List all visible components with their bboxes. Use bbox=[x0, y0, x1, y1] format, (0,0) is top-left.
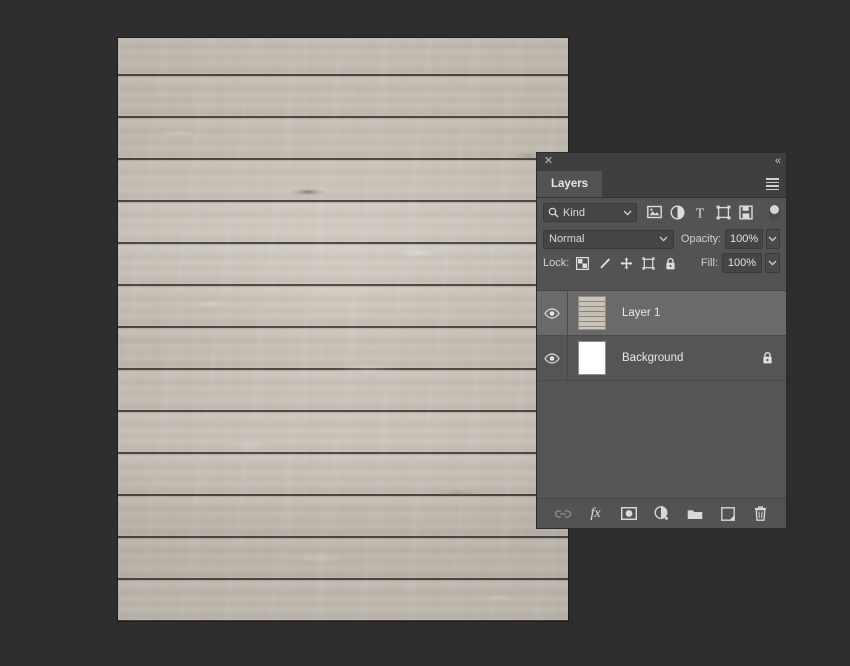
layer-filter-row: Kind T bbox=[537, 198, 786, 227]
link-layers-icon[interactable] bbox=[554, 506, 571, 522]
layer-thumbnail-image bbox=[578, 296, 606, 330]
layer-list: Layer 1 Background bbox=[537, 290, 786, 499]
filter-adjustment-icon[interactable] bbox=[670, 205, 685, 220]
new-layer-icon[interactable] bbox=[720, 506, 736, 522]
blend-mode-select[interactable]: Normal bbox=[543, 229, 674, 249]
new-adjustment-layer-icon[interactable] bbox=[654, 506, 670, 522]
opacity-input[interactable]: 100% bbox=[725, 229, 763, 249]
layers-panel: ✕ « Layers Kind T Normal Opacity: 100% L… bbox=[537, 153, 786, 528]
opacity-stepper-icon[interactable] bbox=[765, 229, 780, 249]
panel-titlebar: ✕ « bbox=[537, 153, 786, 171]
layer-name[interactable]: Background bbox=[622, 352, 761, 364]
lock-all-icon[interactable] bbox=[664, 257, 677, 270]
panel-tabbar: Layers bbox=[537, 171, 786, 198]
filter-shape-icon[interactable] bbox=[716, 205, 731, 220]
collapse-panel-icon[interactable]: « bbox=[775, 155, 781, 167]
close-icon[interactable]: ✕ bbox=[543, 156, 554, 167]
layers-panel-footer: fx bbox=[537, 498, 786, 528]
layer-visibility-toggle-icon[interactable] bbox=[537, 291, 568, 335]
filter-pixel-icon[interactable] bbox=[647, 205, 662, 220]
new-group-icon[interactable] bbox=[687, 506, 703, 522]
lock-artboard-nesting-icon[interactable] bbox=[642, 256, 655, 270]
table-row[interactable]: Layer 1 bbox=[537, 291, 786, 336]
layer-thumbnail[interactable] bbox=[574, 339, 610, 377]
filter-smartobject-icon[interactable] bbox=[739, 205, 754, 220]
tab-layers[interactable]: Layers bbox=[537, 171, 603, 197]
opacity-label: Opacity: bbox=[680, 233, 722, 245]
filter-type-icon[interactable]: T bbox=[693, 205, 708, 220]
fill-stepper-icon[interactable] bbox=[765, 253, 780, 273]
filter-kind-select[interactable]: Kind bbox=[543, 203, 637, 222]
filter-icon-group: T bbox=[647, 204, 780, 221]
layer-thumbnail[interactable] bbox=[574, 294, 610, 332]
lock-icon-group bbox=[576, 256, 677, 270]
table-row[interactable]: Background bbox=[537, 336, 786, 381]
lock-transparent-pixels-icon[interactable] bbox=[576, 256, 590, 270]
layer-locked-icon bbox=[761, 351, 774, 365]
blend-mode-row: Normal Opacity: 100% bbox=[537, 227, 786, 251]
layer-style-fx-icon[interactable]: fx bbox=[588, 506, 604, 522]
chevron-down-icon bbox=[659, 236, 668, 242]
lock-image-pixels-icon[interactable] bbox=[598, 257, 611, 270]
layer-name[interactable]: Layer 1 bbox=[622, 307, 786, 319]
fill-label: Fill: bbox=[700, 257, 718, 269]
lock-row: Lock: Fill: 100% bbox=[537, 251, 786, 275]
chevron-down-icon bbox=[623, 210, 632, 216]
layer-thumbnail-image bbox=[578, 341, 606, 375]
layer-visibility-toggle-icon[interactable] bbox=[537, 336, 568, 380]
panel-menu-icon[interactable] bbox=[766, 178, 779, 191]
add-layer-mask-icon[interactable] bbox=[620, 506, 637, 522]
blend-mode-value: Normal bbox=[549, 233, 585, 245]
filter-enable-toggle[interactable] bbox=[769, 204, 780, 221]
svg-text:T: T bbox=[696, 207, 705, 220]
lock-position-icon[interactable] bbox=[620, 256, 633, 270]
document-canvas[interactable] bbox=[118, 38, 568, 621]
search-icon bbox=[548, 207, 559, 218]
lock-label: Lock: bbox=[543, 257, 570, 269]
delete-layer-icon[interactable] bbox=[753, 506, 769, 522]
fill-input[interactable]: 100% bbox=[722, 253, 762, 273]
canvas-vignette bbox=[118, 38, 568, 621]
filter-kind-label: Kind bbox=[563, 206, 586, 219]
